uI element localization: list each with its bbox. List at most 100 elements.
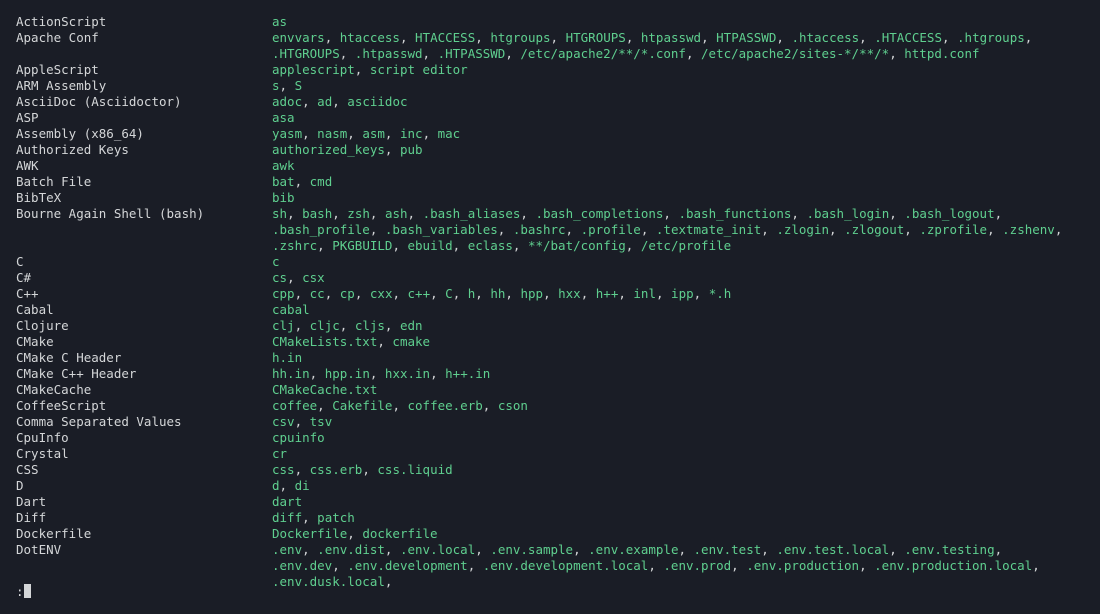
prompt-line[interactable]: : [16,584,31,600]
extensions-cell: clj, cljc, cljs, edn [272,318,1100,334]
extensions-cell: coffee, Cakefile, coffee.erb, cson [272,398,1100,414]
extension-token: clj [272,318,295,333]
language-row: Dd, di [16,478,1100,494]
extension-token: .env.prod [663,558,731,573]
separator: , [641,222,656,237]
extension-token: edn [400,318,423,333]
extension-token: envvars [272,30,325,45]
extension-token: css.erb [310,462,363,477]
language-list: ActionScriptasApache Confenvvars, htacce… [16,14,1100,590]
extension-token: adoc [272,94,302,109]
separator: , [475,30,490,45]
extension-token: htgroups [490,30,550,45]
language-name: Crystal [16,446,272,462]
language-row: AppleScriptapplescript, script editor [16,62,1100,78]
language-row: Clojureclj, cljc, cljs, edn [16,318,1100,334]
separator: , [423,46,438,61]
language-name: Dockerfile [16,526,272,542]
extensions-cell: c [272,254,1100,270]
extension-token: .bash_aliases [423,206,521,221]
separator: , [302,94,317,109]
language-name: AsciiDoc (Asciidoctor) [16,94,272,110]
extension-token: .zprofile [919,222,987,237]
separator: , [370,206,385,221]
extensions-cell: cpp, cc, cp, cxx, c++, C, h, hh, hpp, hx… [272,286,1100,302]
extension-token: .HTPASSWD [438,46,506,61]
language-name: ActionScript [16,14,272,30]
extension-token: htpasswd [641,30,701,45]
extension-token: d [272,478,280,493]
extension-token: .env.dusk.local [272,574,385,589]
extension-token: hh.in [272,366,310,381]
separator: , [280,478,295,493]
language-row: CMake C++ Headerhh.in, hpp.in, hxx.in, h… [16,366,1100,382]
separator: , [332,206,347,221]
separator: , [483,398,498,413]
extension-token: .env.dev [272,558,332,573]
extension-token: inc [400,126,423,141]
language-row: Comma Separated Valuescsv, tsv [16,414,1100,430]
separator: , [468,558,483,573]
separator: , [498,222,513,237]
separator: , [995,206,1003,221]
extensions-cell: bat, cmd [272,174,1100,190]
extension-token: authorized_keys [272,142,385,157]
extensions-cell: Dockerfile, dockerfile [272,526,1100,542]
extension-token: cljc [310,318,340,333]
extension-token: inl [633,286,656,301]
extension-token: hpp.in [325,366,370,381]
extensions-cell: .HTGROUPS, .htpasswd, .HTPASSWD, /etc/ap… [272,46,1100,62]
separator: , [513,238,528,253]
separator: , [347,526,362,541]
extension-token: HTACCESS [415,30,475,45]
extension-token: PKGBUILD [332,238,392,253]
extension-token: applescript [272,62,355,77]
extension-token: .HTACCESS [874,30,942,45]
extension-token: ash [385,206,408,221]
separator: , [392,286,407,301]
language-row: Cc [16,254,1100,270]
extension-token: .bashrc [513,222,566,237]
language-name: CMake C Header [16,350,272,366]
extensions-cell: asa [272,110,1100,126]
separator: , [829,222,844,237]
separator: , [505,286,520,301]
extensions-cell: cr [272,446,1100,462]
extension-token: CMakeCache.txt [272,382,377,397]
extension-token: .bash_logout [904,206,994,221]
extensions-cell: sh, bash, zsh, ash, .bash_aliases, .bash… [272,206,1100,222]
extensions-cell: .env, .env.dist, .env.local, .env.sample… [272,542,1100,558]
extension-token: .env [272,542,302,557]
separator: , [686,46,701,61]
extension-token: .zlogout [844,222,904,237]
extension-token: .textmate_init [656,222,761,237]
extensions-cell: envvars, htaccess, HTACCESS, htgroups, H… [272,30,1100,46]
extension-token: ebuild [408,238,453,253]
extension-token: asa [272,110,295,125]
separator: , [332,94,347,109]
extension-token: c++ [408,286,431,301]
language-name: BibTeX [16,190,272,206]
language-row: CoffeeScriptcoffee, Cakefile, coffee.erb… [16,398,1100,414]
extension-token: dart [272,494,302,509]
separator: , [295,462,310,477]
separator: , [325,286,340,301]
language-name: C [16,254,272,270]
extension-token: bat [272,174,295,189]
extension-token: ipp [671,286,694,301]
extension-token: .zshenv [1002,222,1055,237]
language-row: AsciiDoc (Asciidoctor)adoc, ad, asciidoc [16,94,1100,110]
language-row: AWKawk [16,158,1100,174]
separator: , [370,222,385,237]
extension-token: as [272,14,287,29]
separator: , [1055,222,1063,237]
language-name: CpuInfo [16,430,272,446]
language-row: Diffdiff, patch [16,510,1100,526]
language-row: Crystalcr [16,446,1100,462]
language-name: C++ [16,286,272,302]
separator: , [453,286,468,301]
separator: , [332,558,347,573]
extension-token: .env.development.local [483,558,649,573]
extension-token: .bash_login [806,206,889,221]
language-name: Clojure [16,318,272,334]
